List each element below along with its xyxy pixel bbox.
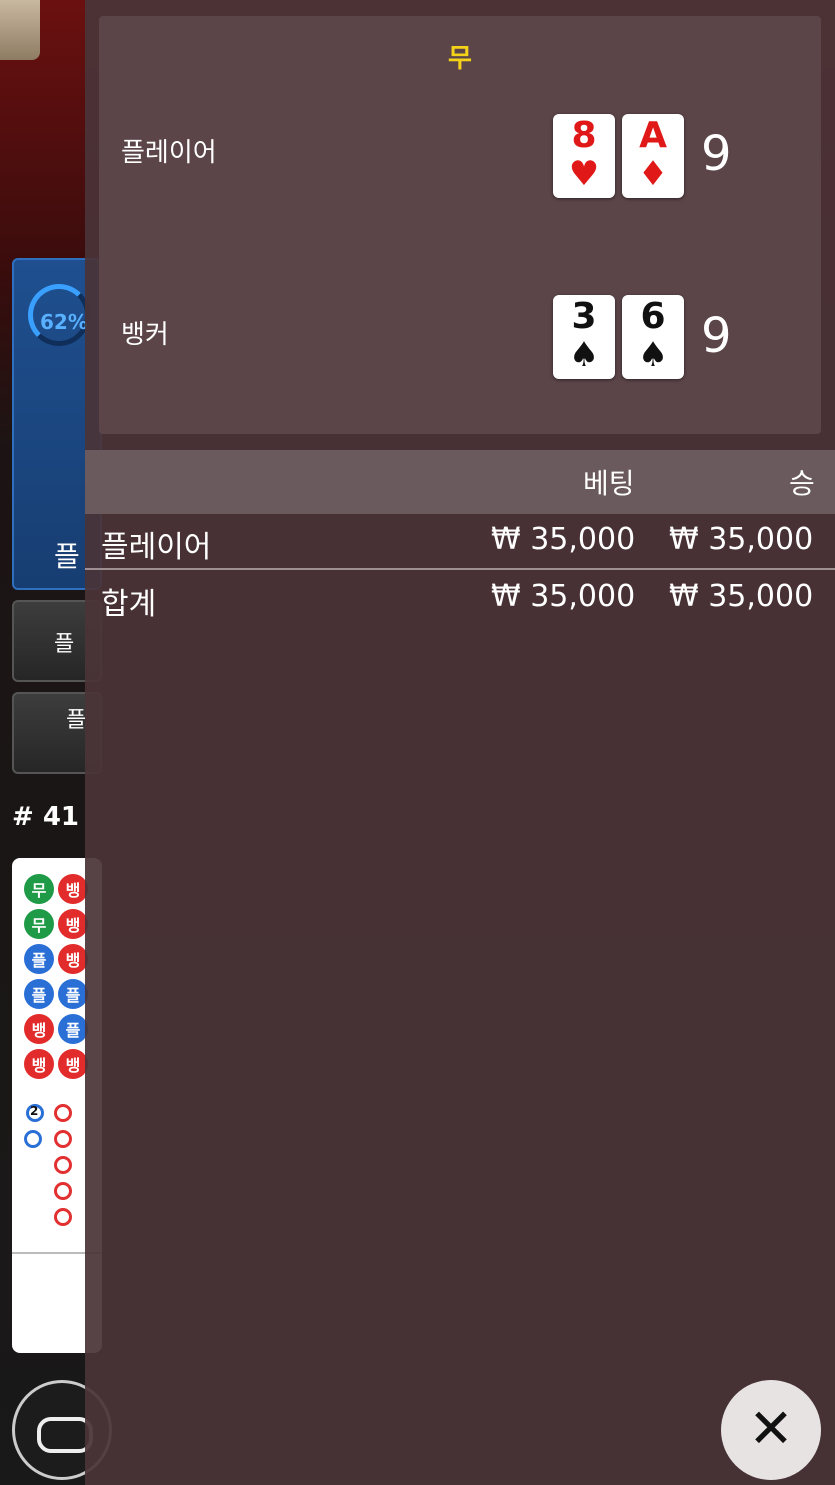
big-road-marker [54, 1104, 72, 1122]
banker-card-2: 6 ♠ [622, 295, 684, 379]
total-divider [85, 568, 835, 570]
card-suit-icon: ♠ [568, 335, 600, 375]
close-icon: ✕ [748, 1397, 794, 1460]
bead-road-cell: 뱅 [24, 1049, 54, 1079]
banker-total: 9 [701, 308, 732, 364]
win-amount: ₩ 35,000 [669, 522, 814, 557]
card-rank: A [639, 115, 667, 156]
banker-card-1: 3 ♠ [553, 295, 615, 379]
timer-percent: 62% [40, 310, 88, 334]
player-label: 플레이어 [121, 138, 217, 168]
card-suit-icon: ♥ [568, 154, 600, 194]
total-bet-amount: ₩ 35,000 [491, 579, 636, 614]
bet-row-player: 플레이어 ₩ 35,000 ₩ 35,000 [85, 516, 835, 570]
win-column-header: 승 [789, 467, 815, 500]
close-button[interactable]: ✕ [721, 1380, 821, 1480]
total-label: 합계 [101, 587, 157, 622]
round-number: # 41 [12, 802, 80, 832]
tie-count-badge: 2 [30, 1104, 39, 1118]
card-suit-icon: ♠ [637, 335, 669, 375]
bet-column-header: 베팅 [583, 467, 635, 500]
big-road-marker [54, 1156, 72, 1174]
bead-road-cell: 뱅 [58, 909, 88, 939]
bead-road-cell: 무 [24, 909, 54, 939]
result-card: 무 플레이어 8 ♥ A ♦ 9 뱅커 3 ♠ 6 ♠ 9 [99, 16, 821, 434]
round-result-overlay: 무 플레이어 8 ♥ A ♦ 9 뱅커 3 ♠ 6 ♠ 9 베팅 승 플레이어 … [85, 0, 835, 1485]
bead-road-cell: 무 [24, 874, 54, 904]
player-pair-label: 플 [66, 708, 87, 733]
bead-road-cell: 플 [24, 944, 54, 974]
player-bet-label: 플 [54, 540, 80, 573]
bet-row-total: 합계 ₩ 35,000 ₩ 35,000 [85, 573, 835, 627]
bet-amount: ₩ 35,000 [491, 522, 636, 557]
big-road-marker [54, 1208, 72, 1226]
bead-road-cell: 뱅 [24, 1014, 54, 1044]
bead-road-cell: 플 [24, 979, 54, 1009]
round-outcome: 무 [448, 44, 472, 74]
card-rank: 6 [640, 296, 666, 337]
big-road-marker [54, 1130, 72, 1148]
bet-row-label: 플레이어 [101, 530, 212, 565]
card-rank: 8 [571, 115, 597, 156]
total-win-amount: ₩ 35,000 [669, 579, 814, 614]
bead-road-cell: 뱅 [58, 944, 88, 974]
player-card-2: A ♦ [622, 114, 684, 198]
card-rank: 3 [571, 296, 597, 337]
player-total: 9 [701, 126, 732, 182]
bead-road-cell: 뱅 [58, 874, 88, 904]
bead-road-cell: 플 [58, 979, 88, 1009]
bet-table-header: 베팅 승 [85, 450, 835, 514]
bead-road-cell: 뱅 [58, 1049, 88, 1079]
chip-stack-image [0, 0, 40, 60]
banker-label: 뱅커 [121, 320, 169, 350]
card-suit-icon: ♦ [637, 154, 669, 194]
big-road-marker [54, 1182, 72, 1200]
player-card-1: 8 ♥ [553, 114, 615, 198]
big-road-marker [24, 1130, 42, 1148]
bead-road-cell: 플 [58, 1014, 88, 1044]
player-bonus-label: 플 [54, 632, 75, 657]
